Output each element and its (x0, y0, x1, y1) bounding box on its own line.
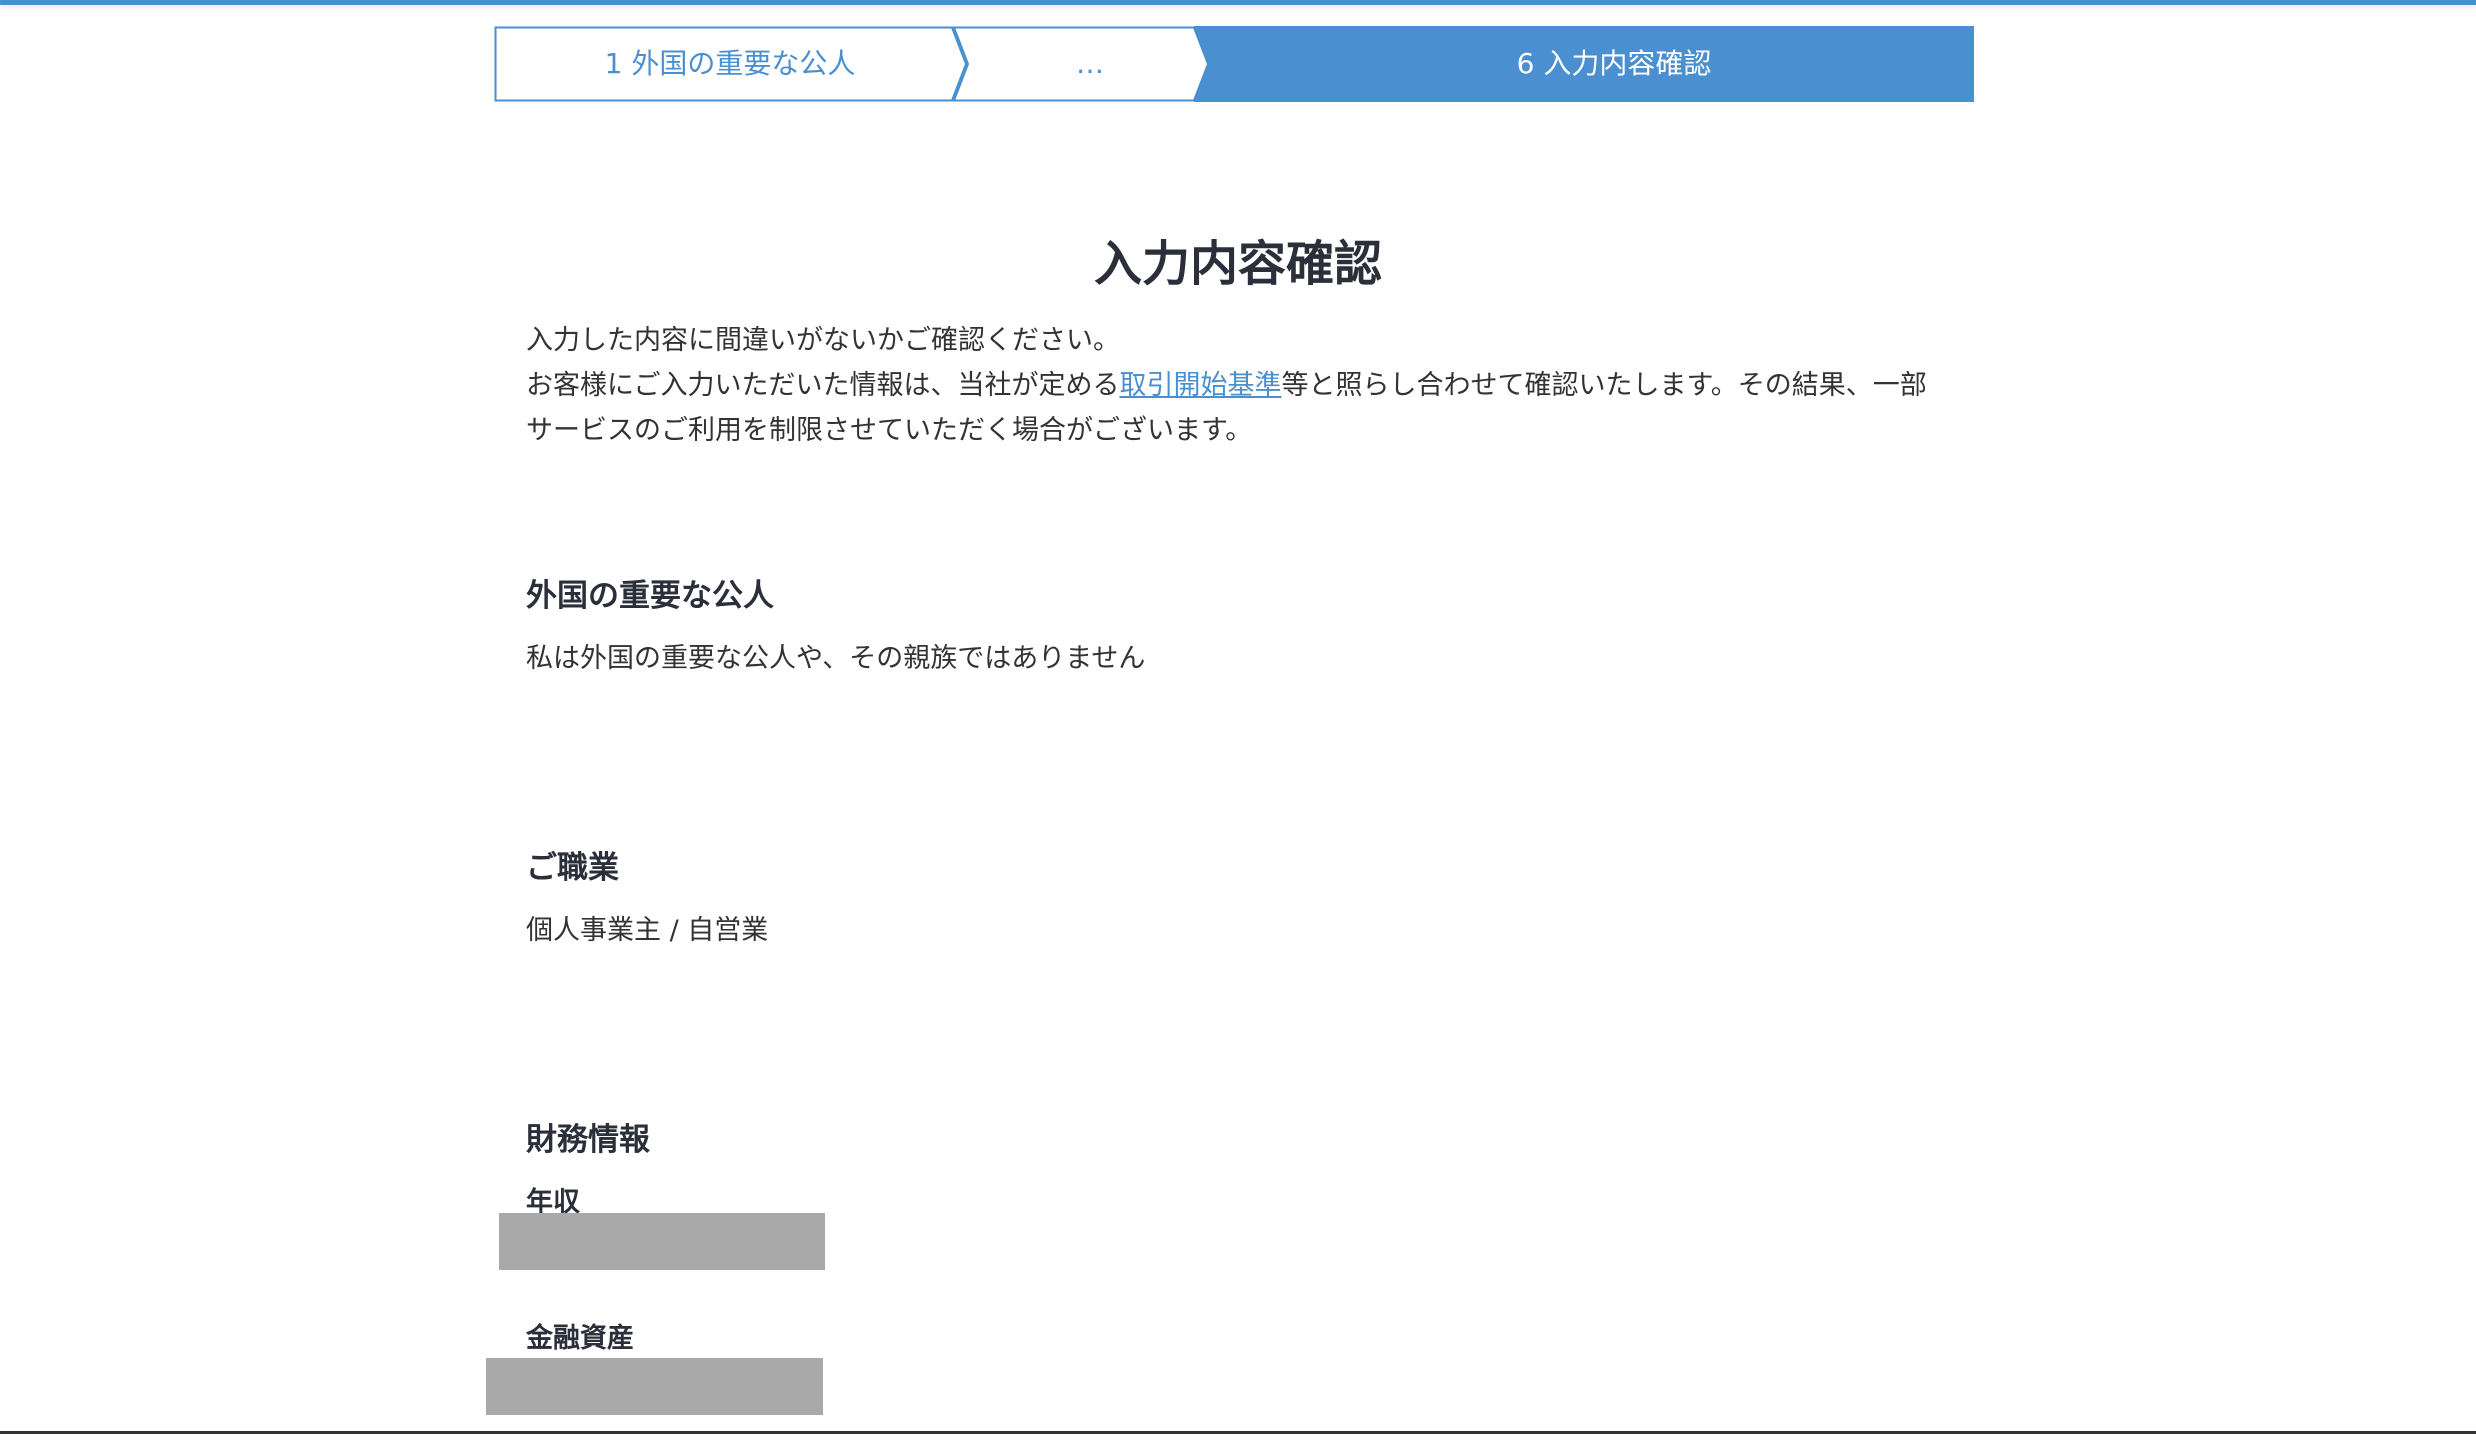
occupation-section-heading: ご職業 (526, 850, 619, 886)
occupation-section-value: 個人事業主 / 自営業 (526, 915, 769, 946)
pep-section-value: 私は外国の重要な公人や、その親族ではありません (526, 643, 1146, 674)
confirmation-page: 1 外国の重要な公人 … 6 入力内容確認 入力内容確認 入力した内容に間違いが… (0, 0, 2476, 1434)
top-accent-bar (0, 0, 2476, 5)
intro-paragraph: お客様にご入力いただいた情報は、当社が定める取引開始基準等と照らし合わせて確認い… (526, 363, 1950, 453)
intro-text: 入力した内容に間違いがないかご確認ください。 お客様にご入力いただいた情報は、当… (526, 318, 1950, 453)
financial-assets-label: 金融資産 (526, 1323, 634, 1354)
trading-criteria-link[interactable]: 取引開始基準 (1119, 370, 1281, 401)
progress-stepper: 1 外国の重要な公人 … 6 入力内容確認 (494, 26, 1974, 102)
financial-section-heading: 財務情報 (526, 1122, 650, 1158)
page-title: 入力内容確認 (1093, 236, 1382, 292)
intro-text-before-link: お客様にご入力いただいた情報は、当社が定める (526, 370, 1120, 401)
step-current-label: 6 入力内容確認 (1516, 47, 1712, 80)
financial-assets-redacted-value (486, 1358, 823, 1415)
step-ellipsis-label[interactable]: … (970, 26, 1210, 102)
annual-income-redacted-value (499, 1213, 825, 1270)
pep-section-heading: 外国の重要な公人 (526, 578, 774, 614)
intro-line-1: 入力した内容に間違いがないかご確認ください。 (526, 325, 1120, 356)
step-1-label[interactable]: 1 外国の重要な公人 (494, 26, 966, 102)
